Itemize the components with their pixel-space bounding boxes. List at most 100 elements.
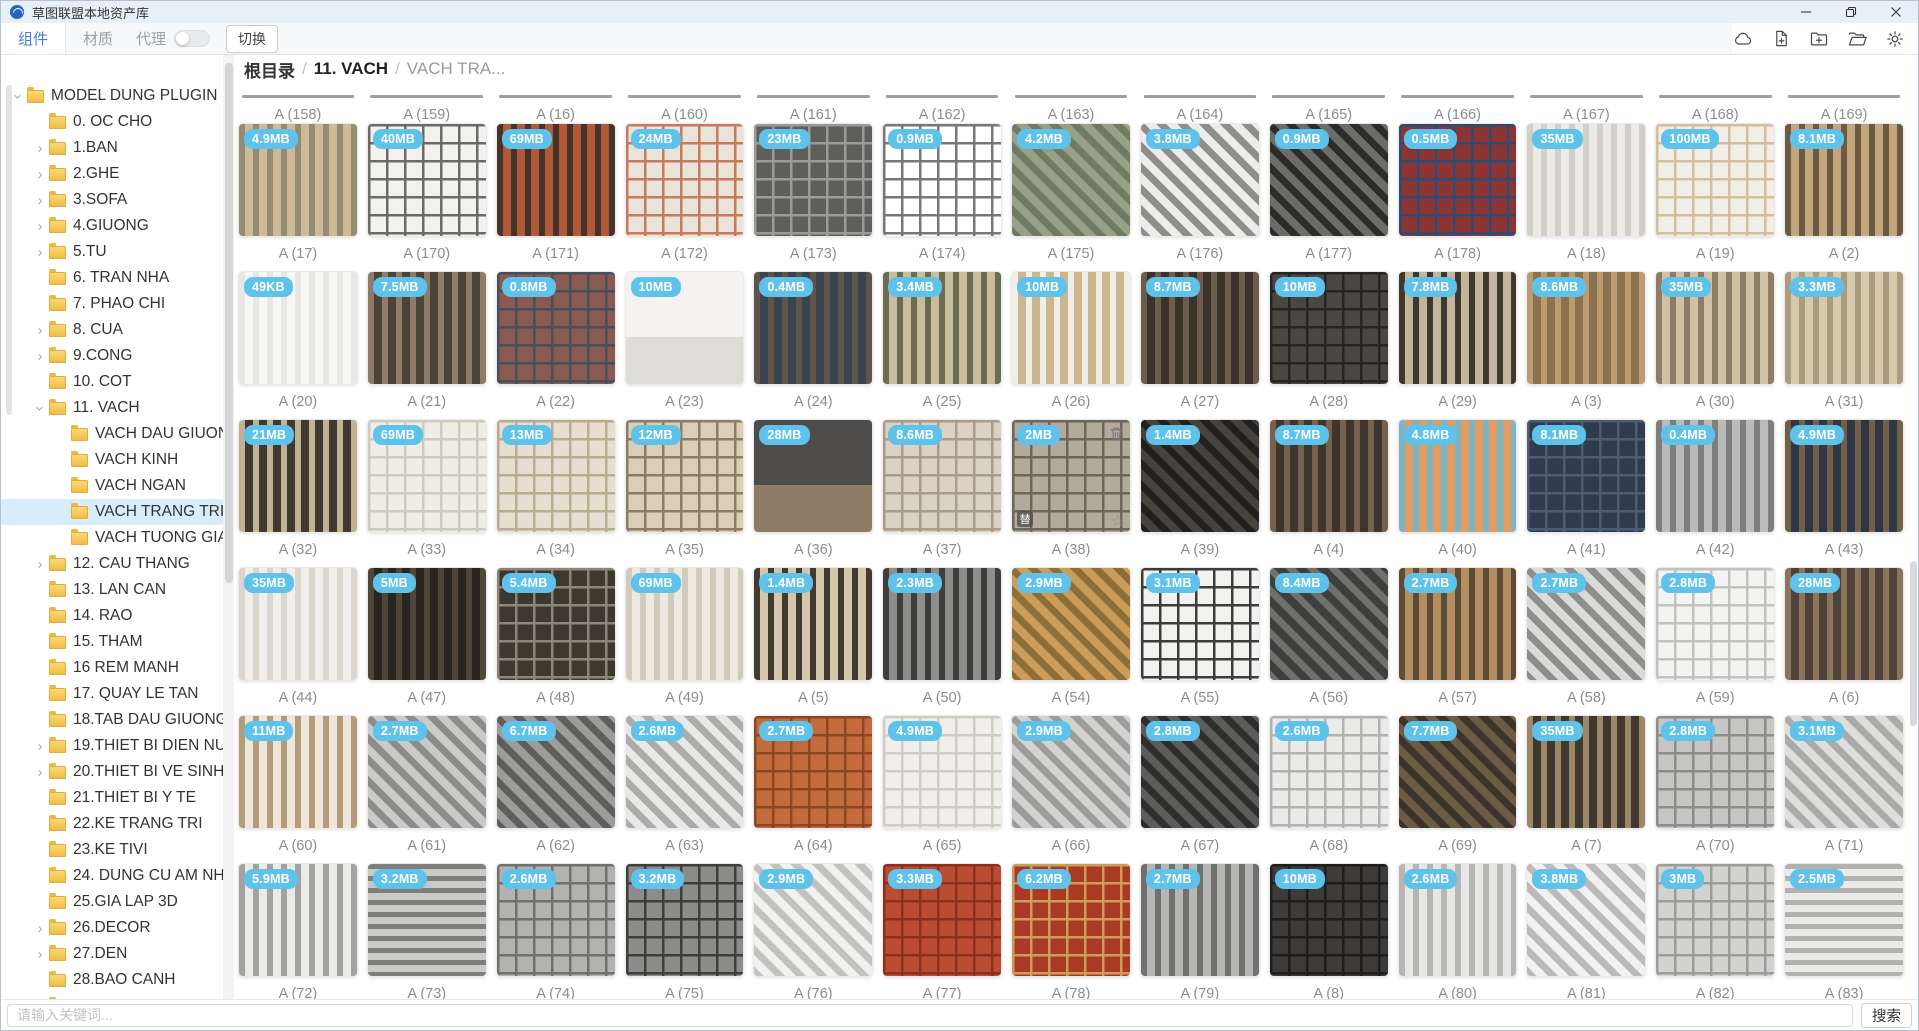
switch-button[interactable]: 切换: [226, 25, 278, 53]
asset-card[interactable]: 12MB: [625, 419, 745, 533]
splitter-scrollbar-thumb[interactable]: [225, 63, 233, 583]
asset-card[interactable]: 4.2MB: [1011, 123, 1131, 237]
asset-card[interactable]: 6.2MB: [1011, 863, 1131, 977]
asset-card[interactable]: 4.9MB: [1784, 419, 1904, 533]
asset-card[interactable]: 0.8MB: [496, 271, 616, 385]
tree-item[interactable]: 28.BAO CANH: [1, 967, 223, 993]
proxy-toggle[interactable]: [174, 30, 210, 47]
favorite-star-icon[interactable]: ☆: [1111, 514, 1125, 530]
asset-card[interactable]: 35MB: [1655, 271, 1775, 385]
tree-item[interactable]: ›1.BAN: [1, 135, 223, 161]
asset-card[interactable]: 3.4MB: [882, 271, 1002, 385]
tree-item[interactable]: 6. TRAN NHA: [1, 265, 223, 291]
asset-card[interactable]: 6.7MB: [496, 715, 616, 829]
trash-icon[interactable]: [1108, 425, 1125, 442]
chevron-icon[interactable]: ›: [31, 921, 49, 936]
asset-card[interactable]: 4.9MB: [882, 715, 1002, 829]
asset-card[interactable]: 5.4MB: [496, 567, 616, 681]
chevron-icon[interactable]: ›: [31, 999, 49, 1000]
asset-card[interactable]: 2.9MB: [753, 863, 873, 977]
breadcrumb-current[interactable]: 11. VACH: [314, 59, 388, 79]
asset-card[interactable]: 21MB: [238, 419, 358, 533]
asset-card[interactable]: 5MB: [367, 567, 487, 681]
asset-card[interactable]: 2.6MB: [625, 715, 745, 829]
chevron-icon[interactable]: ›: [31, 739, 49, 754]
tree-item[interactable]: 7. PHAO CHI: [1, 291, 223, 317]
asset-card[interactable]: 4.8MB: [1398, 419, 1518, 533]
asset-card[interactable]: 10MB: [1269, 271, 1389, 385]
asset-card[interactable]: 69MB: [625, 567, 745, 681]
asset-card[interactable]: 10MB: [1269, 863, 1389, 977]
tree-item[interactable]: VACH NGAN: [1, 473, 223, 499]
asset-card[interactable]: 100MB: [1655, 123, 1775, 237]
asset-card[interactable]: 3.2MB: [367, 863, 487, 977]
asset-card[interactable]: 8.7MB: [1269, 419, 1389, 533]
chevron-icon[interactable]: ›: [31, 167, 49, 182]
asset-card[interactable]: 2.9MB: [1011, 715, 1131, 829]
asset-card[interactable]: 8.1MB: [1526, 419, 1646, 533]
asset-card[interactable]: 0.4MB: [1655, 419, 1775, 533]
tree-item[interactable]: 22.KE TRANG TRI: [1, 811, 223, 837]
tree-item[interactable]: ›20.THIET BI VE SINH: [1, 759, 223, 785]
asset-card[interactable]: 1.4MB: [753, 567, 873, 681]
tree-item[interactable]: 18.TAB DAU GIUONG: [1, 707, 223, 733]
asset-card[interactable]: 10MB: [625, 271, 745, 385]
cloud-button[interactable]: [1732, 28, 1754, 50]
asset-card[interactable]: 2.7MB: [1398, 567, 1518, 681]
maximize-button[interactable]: [1828, 1, 1873, 23]
asset-card[interactable]: 10MB: [1011, 271, 1131, 385]
asset-card[interactable]: 7.7MB: [1398, 715, 1518, 829]
tree-item[interactable]: ›4.GIUONG: [1, 213, 223, 239]
tree-item[interactable]: 17. QUAY LE TAN: [1, 681, 223, 707]
new-folder-button[interactable]: [1808, 28, 1830, 50]
asset-card[interactable]: 3.3MB: [1784, 271, 1904, 385]
asset-card[interactable]: 2.8MB: [1140, 715, 1260, 829]
asset-card[interactable]: 13MB: [496, 419, 616, 533]
asset-card[interactable]: 3MB: [1655, 863, 1775, 977]
chevron-icon[interactable]: ›: [33, 399, 48, 417]
tree-item[interactable]: ›12. CAU THANG: [1, 551, 223, 577]
tree-item[interactable]: 25.GIA LAP 3D: [1, 889, 223, 915]
grid-scrollbar[interactable]: [1910, 561, 1917, 726]
close-button[interactable]: [1873, 1, 1918, 23]
tree-item[interactable]: 13. LAN CAN: [1, 577, 223, 603]
asset-card[interactable]: 0.5MB: [1398, 123, 1518, 237]
sidebar-scrollbar[interactable]: [6, 85, 12, 415]
tree-item-selected[interactable]: VACH TRANG TRI: [1, 499, 223, 525]
chevron-icon[interactable]: ›: [31, 947, 49, 962]
asset-card[interactable]: 2.3MB: [882, 567, 1002, 681]
asset-card[interactable]: 28MB: [1784, 567, 1904, 681]
asset-card[interactable]: 2.7MB: [1140, 863, 1260, 977]
tree-item[interactable]: ›29.CAY: [1, 993, 223, 999]
tree-item[interactable]: ›19.THIET BI DIEN NUOC: [1, 733, 223, 759]
tree-item[interactable]: ›3.SOFA: [1, 187, 223, 213]
search-input[interactable]: [7, 1004, 1853, 1027]
asset-card[interactable]: 8.7MB: [1140, 271, 1260, 385]
asset-card[interactable]: 8.6MB: [882, 419, 1002, 533]
asset-card[interactable]: 2.5MB: [1784, 863, 1904, 977]
asset-card[interactable]: 40MB: [367, 123, 487, 237]
asset-card[interactable]: 2.7MB: [1526, 567, 1646, 681]
replace-icon[interactable]: 替: [1017, 511, 1033, 527]
search-button[interactable]: 搜索: [1861, 1003, 1912, 1028]
asset-card[interactable]: 69MB: [496, 123, 616, 237]
asset-card[interactable]: 0.9MB: [882, 123, 1002, 237]
asset-card[interactable]: 5.9MB: [238, 863, 358, 977]
asset-card[interactable]: 8.4MB: [1269, 567, 1389, 681]
asset-card[interactable]: 2.6MB: [496, 863, 616, 977]
asset-card[interactable]: 8.6MB: [1526, 271, 1646, 385]
chevron-icon[interactable]: ›: [31, 323, 49, 338]
asset-card[interactable]: 35MB: [1526, 715, 1646, 829]
chevron-icon[interactable]: ›: [31, 245, 49, 260]
asset-card[interactable]: 2MB替☆: [1011, 419, 1131, 533]
tree-item[interactable]: 24. DUNG CU AM NHA: [1, 863, 223, 889]
asset-card[interactable]: 2.9MB: [1011, 567, 1131, 681]
tree-item[interactable]: ›2.GHE: [1, 161, 223, 187]
asset-card[interactable]: 3.1MB: [1140, 567, 1260, 681]
tree-item[interactable]: 16 REM MANH: [1, 655, 223, 681]
asset-card[interactable]: 0.4MB: [753, 271, 873, 385]
tree-item[interactable]: ›MODEL DUNG PLUGIN: [1, 83, 223, 109]
minimize-button[interactable]: [1783, 1, 1828, 23]
new-file-button[interactable]: [1770, 28, 1792, 50]
chevron-icon[interactable]: ›: [31, 193, 49, 208]
